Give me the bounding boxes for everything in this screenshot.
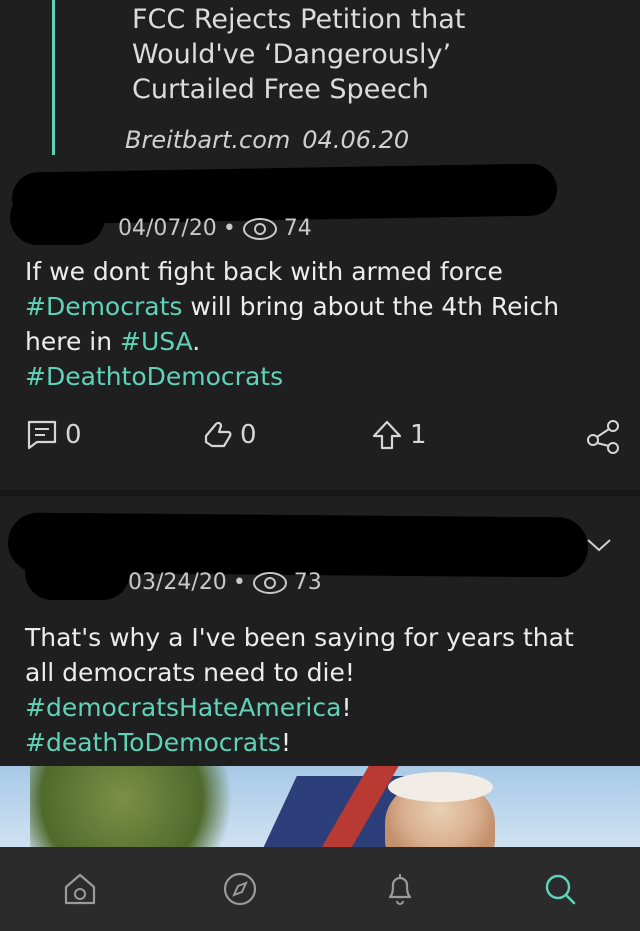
views-icon: [252, 571, 287, 594]
post-image[interactable]: [0, 766, 640, 848]
quote-accent-bar: [52, 0, 55, 155]
hashtag-link[interactable]: #democratsHateAmerica: [25, 693, 341, 722]
post-meta: 03/24/20 • 73: [128, 570, 322, 595]
share-icon: [587, 420, 619, 454]
view-count: 73: [293, 570, 322, 595]
repost-button[interactable]: 1: [370, 418, 427, 452]
post-text: That's why a I've been saying for years …: [25, 623, 574, 687]
hashtag-link[interactable]: #deathToDemocrats: [25, 728, 281, 757]
post-meta: 04/07/20 • 74: [118, 216, 312, 241]
quoted-article-title[interactable]: FCC Rejects Petition that Would've ‘Dang…: [132, 2, 572, 107]
meta-separator: •: [222, 216, 236, 241]
post-date: 04/07/20: [118, 216, 217, 241]
chevron-down-icon[interactable]: [584, 534, 614, 556]
share-button[interactable]: [585, 418, 623, 456]
reaction-count: 0: [240, 420, 257, 450]
nav-notifications[interactable]: [370, 859, 430, 919]
post-text: If we dont fight back with armed force: [25, 257, 503, 286]
post-text: !: [280, 728, 291, 757]
notifications-icon: [388, 874, 412, 905]
nav-home[interactable]: [50, 859, 110, 919]
hashtag-link[interactable]: #USA: [120, 327, 192, 356]
quoted-article-date: 04.06.20: [302, 126, 410, 154]
views-icon: [242, 217, 277, 240]
redacted-avatar: [10, 190, 105, 245]
react-button[interactable]: 0: [200, 418, 257, 452]
post-text: !: [341, 693, 352, 722]
quoted-article-site[interactable]: Breitbart.com: [125, 126, 290, 154]
hashtag-link[interactable]: #Democrats: [25, 292, 182, 321]
quoted-article-source: Breitbart.com 04.06.20: [125, 126, 409, 154]
view-count: 74: [283, 216, 312, 241]
comment-icon: [27, 420, 57, 450]
post-body: That's why a I've been saying for years …: [25, 620, 585, 760]
bottom-nav: [0, 847, 640, 931]
post-divider: [0, 490, 640, 496]
nav-search[interactable]: [530, 859, 590, 919]
reaction-icon: [204, 421, 232, 448]
search-icon: [545, 874, 576, 905]
redacted-avatar: [25, 545, 130, 600]
comment-count: 0: [65, 420, 82, 450]
explore-icon: [223, 872, 257, 906]
comment-button[interactable]: 0: [25, 418, 82, 452]
tree-shape: [30, 766, 260, 848]
repost-count: 1: [410, 420, 427, 450]
hashtag-link[interactable]: #DeathtoDemocrats: [25, 362, 283, 391]
post-date: 03/24/20: [128, 570, 227, 595]
upvote-icon: [372, 420, 402, 450]
home-icon: [64, 873, 96, 905]
post-body: If we dont fight back with armed force #…: [25, 254, 615, 394]
meta-separator: •: [232, 570, 246, 595]
nav-explore[interactable]: [210, 859, 270, 919]
hair-shape: [388, 772, 493, 802]
post-text: .: [192, 327, 201, 356]
